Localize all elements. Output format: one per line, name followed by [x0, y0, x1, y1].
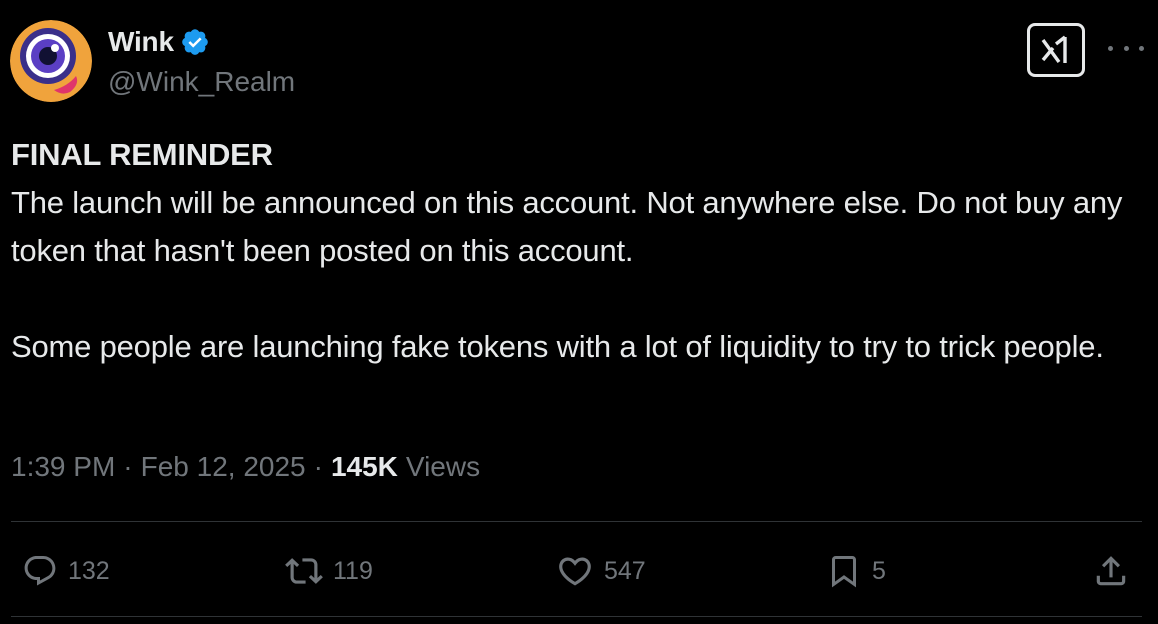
more-icon[interactable]	[1108, 36, 1144, 60]
bookmark-icon	[832, 556, 856, 588]
tweet-heading: FINAL REMINDER	[11, 137, 273, 172]
views-count[interactable]: 145K	[331, 451, 398, 483]
bookmark-count: 5	[872, 556, 886, 585]
grok-icon	[1041, 35, 1067, 63]
bookmark-button[interactable]: 5	[826, 551, 886, 591]
handle[interactable]: @Wink_Realm	[108, 66, 295, 98]
tweet-meta: 1:39 PM · Feb 12, 2025 · 145K Views	[11, 451, 480, 483]
grok-button[interactable]	[1027, 23, 1085, 77]
avatar[interactable]	[10, 20, 92, 102]
divider	[11, 616, 1142, 617]
more-dot	[1108, 45, 1113, 51]
heart-icon	[559, 557, 591, 586]
more-dot	[1123, 45, 1129, 51]
share-icon	[1096, 556, 1126, 586]
wink-eye-avatar-icon	[10, 20, 92, 102]
repost-icon	[285, 558, 323, 584]
like-button[interactable]: 547	[556, 551, 646, 591]
reply-button[interactable]: 132	[22, 551, 110, 591]
verified-badge-icon[interactable]	[180, 27, 210, 57]
meta-separator: ·	[123, 451, 133, 482]
meta-separator: ·	[313, 451, 323, 482]
more-dot	[1139, 45, 1144, 51]
divider	[11, 521, 1142, 522]
repost-button[interactable]: 119	[285, 551, 373, 591]
share-button[interactable]	[1092, 551, 1130, 591]
tweet-card: Wink @Wink_Realm FINAL REMINDER The laun…	[0, 0, 1158, 624]
author-name-row[interactable]: Wink	[108, 26, 210, 58]
tweet-paragraph: Some people are launching fake tokens wi…	[11, 329, 1104, 364]
tweet-paragraph: The launch will be announced on this acc…	[11, 185, 1123, 268]
views-label: Views	[405, 451, 481, 482]
like-count: 547	[604, 556, 646, 585]
tweet-time[interactable]: 1:39 PM	[11, 451, 115, 483]
tweet-date[interactable]: Feb 12, 2025	[141, 451, 306, 483]
display-name[interactable]: Wink	[108, 26, 174, 58]
tweet-text: FINAL REMINDER The launch will be announ…	[11, 131, 1131, 371]
repost-count: 119	[333, 556, 373, 585]
reply-icon	[24, 556, 56, 586]
reply-count: 132	[68, 556, 110, 585]
